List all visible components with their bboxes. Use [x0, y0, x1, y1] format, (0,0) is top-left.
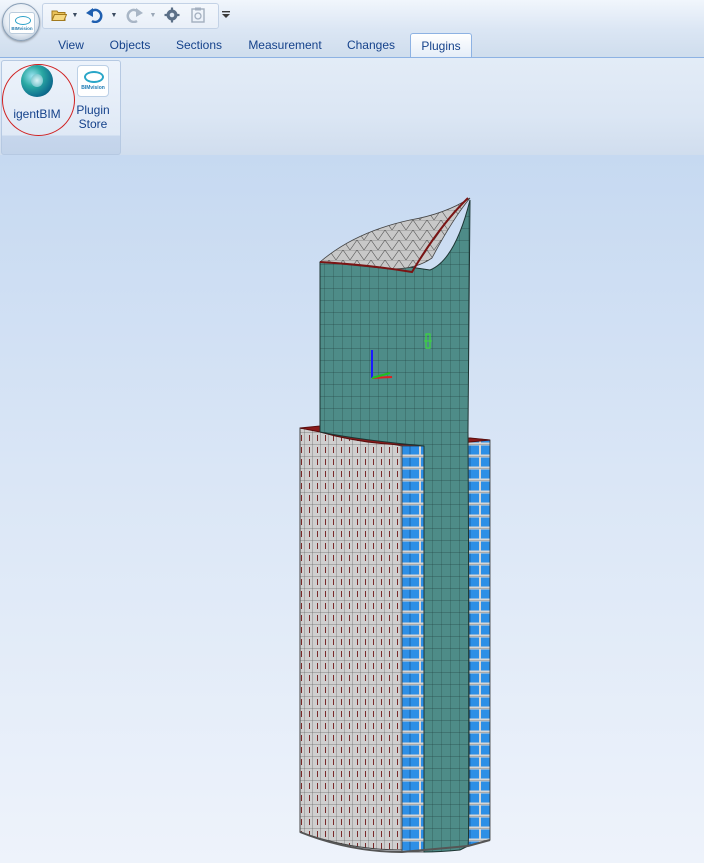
undo-icon[interactable]: [85, 5, 105, 25]
tab-plugins[interactable]: Plugins: [410, 33, 472, 58]
quick-access-toolbar: ▼ ▼ ▼: [0, 0, 704, 30]
plugin-store-icon: BIMvision: [77, 65, 109, 97]
plugin-store-button[interactable]: BIMvision Plugin Store: [72, 65, 114, 131]
tab-sections[interactable]: Sections: [167, 33, 231, 57]
tab-measurement-label: Measurement: [248, 38, 322, 52]
lower-tower-blue-windows-right: [467, 437, 491, 847]
tab-sections-label: Sections: [175, 38, 223, 52]
lower-tower-blue-windows-left: [401, 445, 425, 853]
undo-dropdown-chevron-icon[interactable]: ▼: [110, 5, 118, 25]
ribbon-tab-bar: View Objects Sections Measurement Change…: [0, 30, 704, 58]
tab-objects-label: Objects: [109, 38, 151, 52]
highlight-annotation-circle: [2, 64, 75, 136]
clipboard-icon[interactable]: [189, 5, 207, 25]
3d-viewport[interactable]: [0, 155, 704, 863]
ribbon-panel: igentBIM BIMvision Plugin Store: [0, 57, 704, 157]
tab-objects[interactable]: Objects: [101, 33, 159, 57]
application-menu-button[interactable]: BIMvision: [2, 3, 40, 41]
tab-view-label: View: [58, 38, 84, 52]
plugin-store-icon-text: BIMvision: [81, 85, 105, 91]
open-dropdown-chevron-icon[interactable]: ▼: [71, 5, 79, 25]
bimvision-logo-icon: BIMvision: [9, 12, 35, 34]
tab-measurement[interactable]: Measurement: [239, 33, 331, 57]
tab-plugins-label: Plugins: [421, 39, 461, 53]
redo-icon[interactable]: [124, 5, 144, 25]
plugin-store-label-line1: Plugin: [76, 103, 110, 117]
folder-open-icon[interactable]: [50, 5, 68, 25]
lower-tower-stone-facade: [299, 427, 403, 851]
plugins-ribbon-group: igentBIM BIMvision Plugin Store: [1, 60, 121, 155]
tab-view[interactable]: View: [49, 33, 93, 57]
gear-icon[interactable]: [163, 5, 181, 25]
tab-changes-label: Changes: [346, 38, 396, 52]
redo-dropdown-chevron-icon[interactable]: ▼: [149, 5, 157, 25]
building-model-render[interactable]: [0, 155, 704, 863]
tab-changes[interactable]: Changes: [339, 33, 403, 57]
plugin-store-label-line2: Store: [78, 117, 108, 131]
logo-text: BIMvision: [11, 26, 33, 31]
customize-toolbar-chevron-icon[interactable]: [220, 5, 232, 25]
